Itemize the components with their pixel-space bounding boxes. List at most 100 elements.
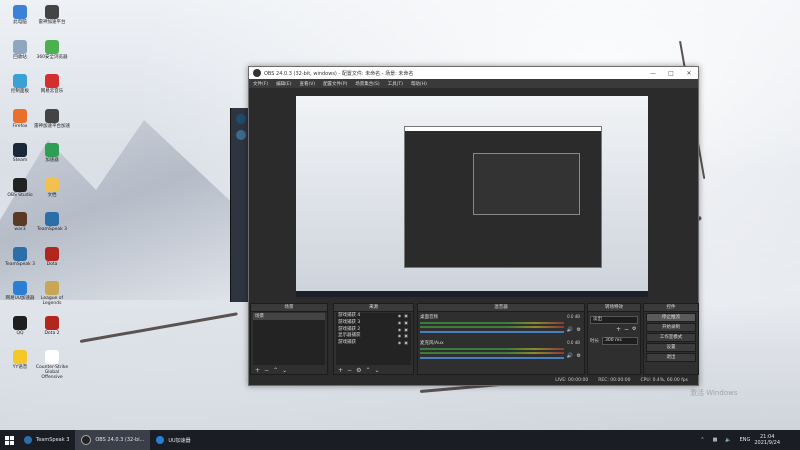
lock-icon[interactable]: ▣ [404, 327, 408, 334]
lock-icon[interactable]: ▣ [404, 333, 408, 340]
gear-icon[interactable]: ⚙ [577, 327, 581, 333]
close-button[interactable]: ✕ [680, 70, 698, 77]
volume-meter [420, 352, 564, 354]
volume-meter [420, 326, 564, 328]
menu-view[interactable]: 查看(V) [299, 81, 315, 87]
game-icon [45, 315, 59, 330]
settings-button[interactable]: 设置 [646, 343, 696, 352]
desktop-icon[interactable]: 控制面板 [2, 74, 38, 94]
transition-select[interactable]: 淡出 [590, 316, 638, 324]
menu-bar: 文件(F) 编辑(E) 查看(V) 配置文件(P) 场景集合(S) 工具(T) … [249, 79, 698, 88]
menu-edit[interactable]: 编辑(E) [276, 81, 291, 87]
desktop-icon[interactable]: QQ [2, 315, 38, 336]
taskbar-item-obs[interactable]: OBS 24.0.3 (32-bi... [75, 430, 151, 450]
desktop-icon[interactable]: Steam [2, 143, 38, 163]
maximize-button[interactable]: □ [662, 70, 680, 77]
studio-mode-button[interactable]: 工作室模式 [646, 333, 696, 342]
eye-icon[interactable]: ◉ [398, 333, 402, 340]
gear-icon[interactable]: ⚙ [577, 353, 581, 359]
sources-title: 来源 [334, 304, 413, 312]
add-source-button[interactable]: + [338, 367, 343, 374]
preview-canvas[interactable] [296, 96, 648, 297]
move-up-icon[interactable]: ⌃ [365, 367, 370, 374]
move-down-icon[interactable]: ⌄ [374, 367, 379, 374]
desktop-icon-label: League of Legends [40, 296, 64, 306]
sources-list[interactable]: 游戏捕获 4 ◉ ▣ 游戏捕获 3 ◉ ▣ 游戏捕获 2 ◉ ▣ 显示器捕获 ◉ ▣ 游戏捕获 ◉… [336, 313, 411, 365]
eye-icon[interactable]: ◉ [398, 327, 402, 334]
gear-icon[interactable]: ⚙ [632, 326, 636, 332]
eye-icon[interactable]: ◉ [398, 340, 402, 347]
source-item[interactable]: 游戏捕获 3 ◉ ▣ [336, 320, 411, 327]
taskbar-item-teamspeak[interactable]: TeamSpeak 3 [18, 430, 75, 450]
lock-icon[interactable]: ▣ [404, 320, 408, 327]
chevron-up-icon[interactable]: ⌃ [700, 437, 704, 443]
remove-source-button[interactable]: − [347, 367, 352, 374]
desktop-icon[interactable]: Counter-Strike Global Offensive [34, 350, 70, 380]
eye-icon[interactable]: ◉ [398, 313, 402, 320]
desktop-icon[interactable]: 此电脑 [2, 5, 38, 25]
move-down-icon[interactable]: ⌄ [282, 367, 287, 374]
scene-item[interactable]: 场景 [253, 313, 325, 320]
scenes-list[interactable]: 场景 [253, 313, 325, 365]
menu-profile[interactable]: 配置文件(P) [323, 81, 347, 87]
volume-slider[interactable] [420, 331, 564, 333]
desktop-icon[interactable]: 360安全浏览器 [34, 39, 70, 60]
desktop-icon[interactable]: League of Legends [34, 281, 70, 306]
desktop-icon[interactable]: war3 [2, 212, 38, 232]
desktop-icon[interactable]: 雷神加速平台 [34, 5, 70, 25]
title-bar[interactable]: OBS 24.0.3 (32-bit, windows) - 配置文件: 未命名… [249, 67, 698, 79]
desktop-icon-label: war3 [14, 227, 26, 232]
desktop-icon[interactable]: 加速器 [34, 143, 70, 163]
mountain-background [0, 120, 240, 300]
start-button[interactable] [0, 430, 18, 450]
speaker-icon[interactable]: 🔊 [567, 353, 573, 359]
speaker-icon[interactable]: 🔊 [567, 327, 573, 333]
volume-icon[interactable]: 🔈 [725, 437, 731, 443]
desktop-icon[interactable]: Firefox [2, 108, 38, 129]
gear-icon[interactable]: ⚙ [356, 367, 361, 374]
desktop-icon[interactable]: Dota [34, 246, 70, 267]
taskbar-item-uu[interactable]: UU加速器 [150, 430, 196, 450]
music-icon [45, 74, 59, 88]
start-recording-button[interactable]: 开始录制 [646, 323, 696, 332]
source-item[interactable]: 游戏捕获 ◉ ▣ [336, 340, 411, 347]
exit-button[interactable]: 退出 [646, 353, 696, 362]
source-name: 游戏捕获 [338, 340, 356, 346]
desktop-icon[interactable]: OBS Studio [2, 177, 38, 198]
transitions-title: 转场特效 [588, 304, 640, 312]
stop-streaming-button[interactable]: 停止推流 [646, 313, 696, 322]
eye-icon[interactable]: ◉ [398, 320, 402, 327]
lock-icon[interactable]: ▣ [404, 340, 408, 347]
menu-tools[interactable]: 工具(T) [388, 81, 403, 87]
remove-transition-button[interactable]: − [624, 326, 629, 333]
menu-help[interactable]: 帮助(H) [411, 81, 427, 87]
desktop-icon[interactable]: 网易云音乐 [34, 74, 70, 94]
network-icon[interactable]: ▩ [713, 437, 718, 443]
qq-icon [13, 315, 27, 330]
uu-icon [156, 436, 165, 444]
clock[interactable]: 21:04 2021/9/24 [754, 434, 780, 446]
minimize-button[interactable]: — [644, 70, 662, 77]
add-scene-button[interactable]: + [255, 367, 260, 374]
desktop-icon[interactable]: TeamSpeak 3 [2, 246, 38, 267]
desktop-icon[interactable]: TeamSpeak 3 [34, 212, 70, 232]
remove-scene-button[interactable]: − [264, 367, 269, 374]
desktop-icon[interactable]: 雷神加速平台加速 [34, 108, 70, 129]
desktop-icon[interactable]: 回收站 [2, 39, 38, 60]
desktop-icon[interactable]: Dota 2 [34, 315, 70, 336]
obs-window[interactable]: OBS 24.0.3 (32-bit, windows) - 配置文件: 未命名… [248, 66, 699, 386]
source-item[interactable]: 游戏捕获 4 ◉ ▣ [336, 313, 411, 320]
move-up-icon[interactable]: ⌃ [273, 367, 278, 374]
desktop-icon[interactable]: 文档 [34, 177, 70, 198]
teamspeak-icon [45, 212, 59, 226]
desktop-icon[interactable]: YY语音 [2, 350, 38, 370]
volume-slider[interactable] [420, 357, 564, 359]
desktop-icon[interactable]: 网易UU加速器 [2, 281, 38, 301]
menu-scene-collection[interactable]: 场景集合(S) [355, 81, 379, 87]
add-transition-button[interactable]: + [616, 326, 621, 333]
input-language[interactable]: ENG [740, 437, 751, 443]
duration-input[interactable]: 300 ms [602, 337, 638, 345]
menu-file[interactable]: 文件(F) [253, 81, 268, 87]
computer-icon [13, 5, 27, 19]
lock-icon[interactable]: ▣ [404, 313, 408, 320]
